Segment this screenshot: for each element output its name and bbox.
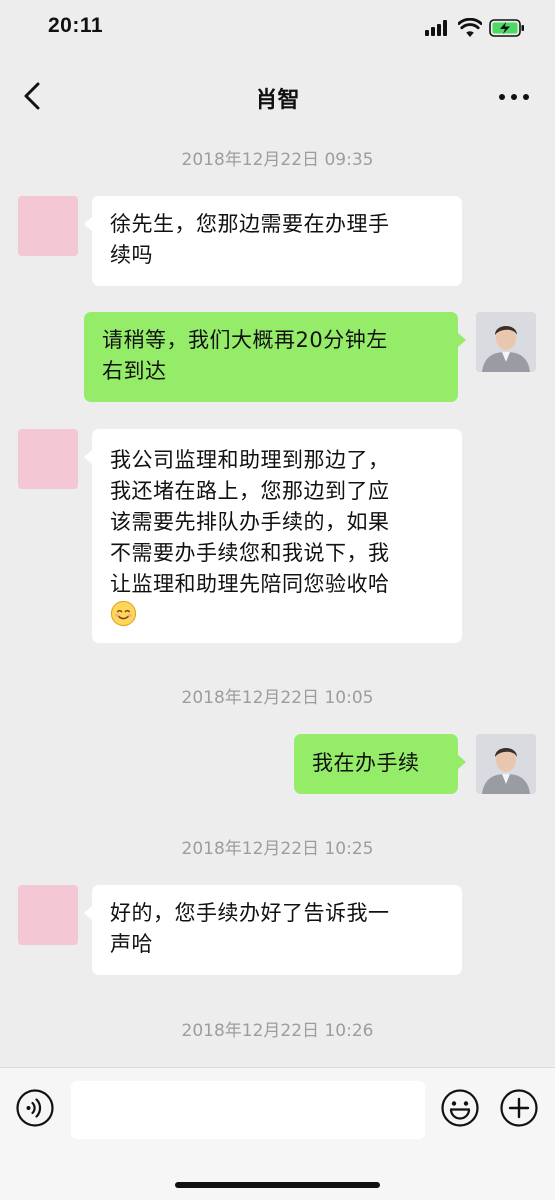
user-photo-icon <box>476 734 536 794</box>
nav-bar: 肖智 <box>0 62 555 130</box>
input-bar <box>0 1067 555 1200</box>
incoming-message-bubble[interactable]: 好的，您手续办好了告诉我一 声哈 <box>84 885 462 975</box>
contact-avatar[interactable] <box>18 429 78 489</box>
wifi-icon <box>458 18 482 37</box>
contact-avatar[interactable] <box>18 196 78 256</box>
user-avatar[interactable] <box>476 734 536 794</box>
incoming-message-bubble[interactable]: 徐先生，您那边需要在办理手 续吗 <box>84 196 462 286</box>
message-text: 我公司监理和助理到那边了， 我还堵在路上，您那边到了应 该需要先排队办手续的，如… <box>110 448 390 596</box>
outgoing-message-bubble[interactable]: 请稍等，我们大概再20分钟左 右到达 <box>84 312 466 402</box>
message-input[interactable] <box>71 1081 425 1139</box>
more-dots-icon[interactable] <box>494 84 534 108</box>
chat-history[interactable]: 2018年12月22日 09:35 徐先生，您那边需要在办理手 续吗 请稍等，我… <box>0 130 555 1067</box>
status-bar: 20:11 <box>0 0 555 62</box>
message-timestamp: 2018年12月22日 10:26 <box>181 1021 374 1041</box>
home-indicator <box>175 1182 380 1188</box>
plus-icon[interactable] <box>499 1088 539 1128</box>
user-photo-icon <box>476 312 536 372</box>
emoji-icon[interactable] <box>440 1088 480 1128</box>
voice-icon[interactable] <box>15 1088 55 1128</box>
message-timestamp: 2018年12月22日 09:35 <box>181 150 374 170</box>
cellular-signal-icon <box>425 20 451 36</box>
outgoing-message-bubble[interactable]: 我在办手续 <box>294 734 466 794</box>
smile-emoji <box>110 600 137 627</box>
chat-title: 肖智 <box>255 88 300 113</box>
status-time: 20:11 <box>48 14 104 37</box>
message-timestamp: 2018年12月22日 10:05 <box>181 688 374 708</box>
contact-avatar[interactable] <box>18 885 78 945</box>
message-timestamp: 2018年12月22日 10:25 <box>181 839 374 859</box>
incoming-message-bubble[interactable]: 我公司监理和助理到那边了， 我还堵在路上，您那边到了应 该需要先排队办手续的，如… <box>84 429 462 643</box>
battery-charging-icon <box>489 19 524 37</box>
user-avatar[interactable] <box>476 312 536 372</box>
